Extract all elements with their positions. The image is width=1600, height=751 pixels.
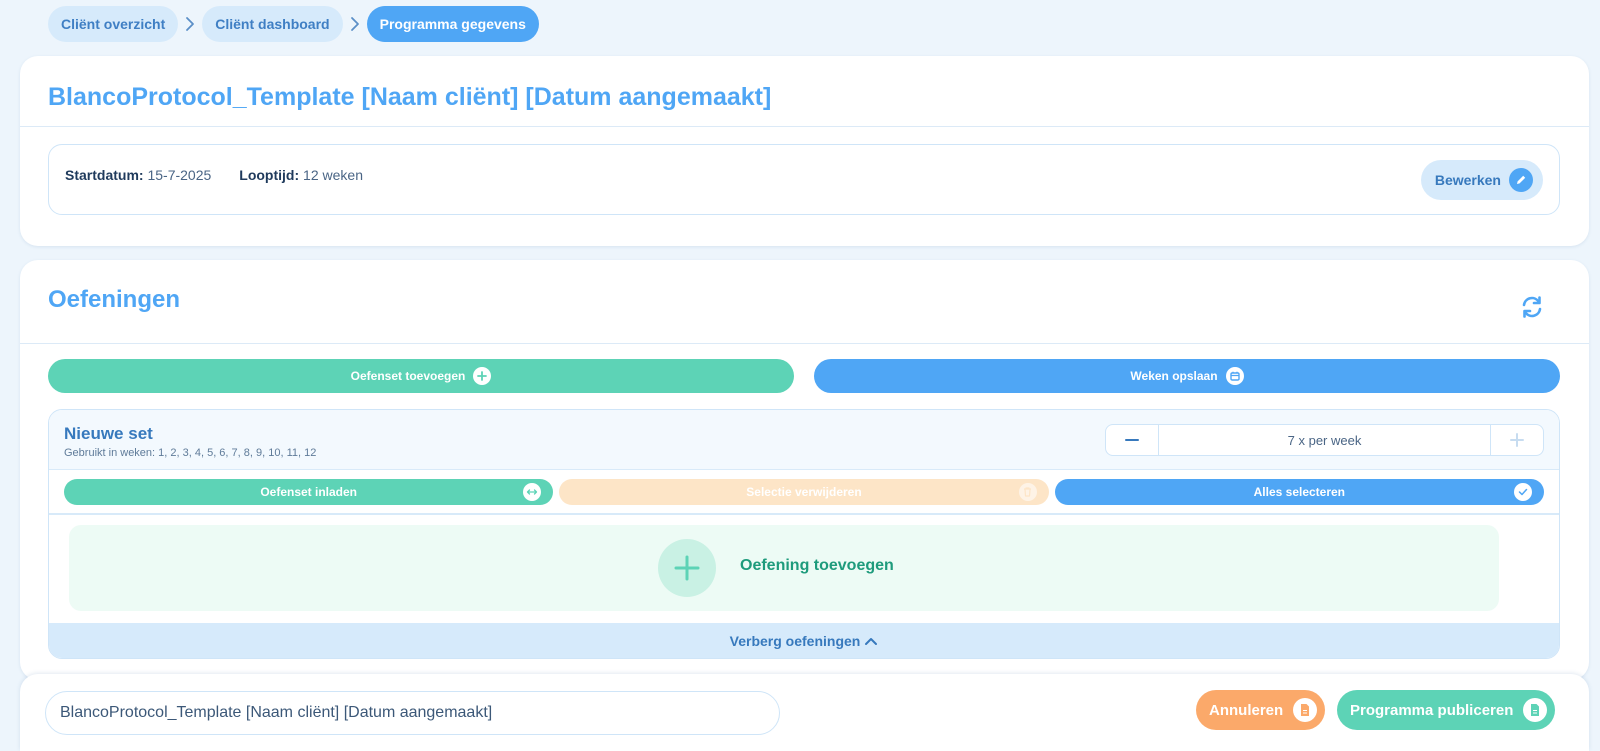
breadcrumb-client-dashboard[interactable]: Cliënt dashboard — [202, 6, 343, 42]
swap-icon — [523, 483, 542, 501]
bottom-action-bar: Annuleren Programma publiceren — [20, 674, 1589, 751]
refresh-icon[interactable] — [1519, 294, 1545, 320]
plus-icon — [658, 539, 716, 597]
add-exercise-set-button[interactable]: Oefenset toevoegen — [48, 359, 794, 393]
frequency-stepper: 7 x per week — [1105, 424, 1544, 456]
chevron-up-icon — [864, 633, 878, 649]
frequency-value: 7 x per week — [1158, 425, 1491, 455]
duration-label: Looptijd: — [239, 167, 300, 183]
cancel-button-label: Annuleren — [1209, 701, 1284, 719]
start-date-label: Startdatum: — [65, 167, 144, 183]
plus-icon — [473, 367, 492, 385]
hide-exercises-label: Verberg oefeningen — [729, 632, 861, 649]
select-all-button[interactable]: Alles selecteren — [1054, 479, 1544, 505]
divider — [49, 513, 1559, 515]
program-meta: Startdatum: 15-7-2025 Looptijd: 12 weken — [65, 167, 363, 183]
breadcrumb-label: Cliënt dashboard — [215, 16, 330, 32]
start-date: Startdatum: 15-7-2025 — [65, 167, 211, 183]
trash-icon — [1018, 483, 1037, 501]
publish-program-button[interactable]: Programma publiceren — [1337, 690, 1556, 730]
program-info-card: BlancoProtocol_Template [Naam cliënt] [D… — [20, 56, 1589, 246]
exercise-set-title: Nieuwe set — [64, 424, 153, 443]
divider — [20, 126, 1589, 127]
duration-value: 12 weken — [303, 167, 363, 183]
load-exercise-set-label: Oefenset inladen — [260, 485, 358, 499]
start-date-value: 15-7-2025 — [147, 167, 212, 183]
exercises-title: Oefeningen — [48, 286, 181, 313]
decrement-button[interactable] — [1106, 425, 1158, 455]
breadcrumb-program-details[interactable]: Programma gegevens — [366, 6, 539, 42]
publish-program-label: Programma publiceren — [1350, 701, 1514, 719]
load-exercise-set-button[interactable]: Oefenset inladen — [64, 479, 554, 505]
set-actions: Oefenset inladen Selectie verwijderen Al… — [64, 479, 1544, 505]
add-exercise-label: Oefening toevoegen — [740, 557, 894, 574]
save-weeks-button[interactable]: Weken opslaan — [814, 359, 1560, 393]
chevron-right-icon — [184, 16, 196, 32]
edit-button-label: Bewerken — [1434, 172, 1501, 188]
program-name-input[interactable] — [45, 691, 780, 735]
delete-selection-label: Selectie verwijderen — [746, 485, 862, 499]
document-icon — [1293, 698, 1318, 722]
pencil-icon — [1509, 168, 1533, 192]
divider — [20, 343, 1589, 344]
breadcrumb: Cliënt overzicht Cliënt dashboard Progra… — [48, 6, 539, 42]
document-icon — [1523, 698, 1548, 722]
program-info-box: Startdatum: 15-7-2025 Looptijd: 12 weken… — [48, 144, 1560, 215]
breadcrumb-client-overview[interactable]: Cliënt overzicht — [48, 6, 179, 42]
add-exercise-tile[interactable]: Oefening toevoegen — [69, 525, 1499, 611]
exercise-set: Nieuwe set Gebruikt in weken: 1, 2, 3, 4… — [48, 409, 1560, 659]
exercise-set-header: Nieuwe set Gebruikt in weken: 1, 2, 3, 4… — [49, 410, 1559, 470]
select-all-label: Alles selecteren — [1253, 485, 1346, 499]
breadcrumb-label: Cliënt overzicht — [61, 16, 166, 32]
exercises-card: Oefeningen Oefenset toevoegen Weken opsl… — [20, 260, 1589, 680]
hide-exercises-toggle[interactable]: Verberg oefeningen — [49, 623, 1559, 658]
cancel-button[interactable]: Annuleren — [1196, 690, 1326, 730]
chevron-right-icon — [349, 16, 361, 32]
edit-button[interactable]: Bewerken — [1420, 160, 1543, 200]
save-weeks-label: Weken opslaan — [1130, 369, 1218, 383]
check-icon — [1513, 483, 1532, 501]
delete-selection-button[interactable]: Selectie verwijderen — [559, 479, 1049, 505]
add-exercise-set-label: Oefenset toevoegen — [350, 369, 466, 383]
page-title: BlancoProtocol_Template [Naam cliënt] [D… — [48, 83, 772, 111]
breadcrumb-label: Programma gegevens — [379, 16, 526, 32]
duration: Looptijd: 12 weken — [239, 167, 363, 183]
increment-button[interactable] — [1491, 425, 1543, 455]
calendar-icon — [1225, 367, 1244, 385]
exercise-set-weeks: Gebruikt in weken: 1, 2, 3, 4, 5, 6, 7, … — [64, 447, 317, 459]
